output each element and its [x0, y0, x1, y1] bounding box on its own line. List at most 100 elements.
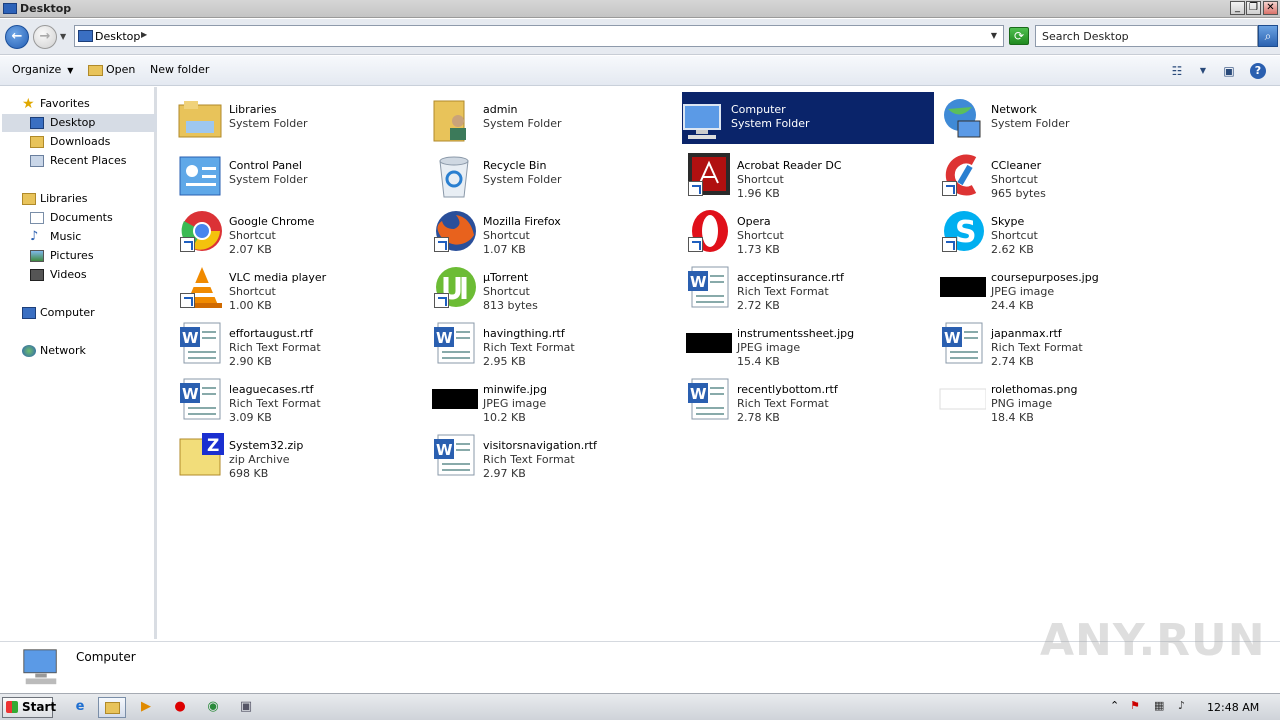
close-button[interactable]: ✕	[1263, 1, 1278, 15]
file-item[interactable]: W visitorsnavigation.rtf Rich Text Format…	[434, 428, 686, 480]
file-item[interactable]: Mozilla Firefox Shortcut 1.07 KB	[434, 204, 686, 256]
change-view-icon[interactable]: ☷	[1168, 62, 1186, 80]
file-name: Computer	[731, 103, 786, 116]
back-button[interactable]: ←	[5, 25, 29, 49]
shortcut-arrow-icon	[180, 293, 195, 308]
file-item[interactable]: Recycle Bin System Folder	[434, 148, 686, 200]
file-item[interactable]: Google Chrome Shortcut 2.07 KB	[180, 204, 432, 256]
desktop-icon	[30, 117, 44, 129]
file-size: 1.73 KB	[737, 243, 780, 256]
preview-pane-icon[interactable]: ▣	[1220, 62, 1238, 80]
maximize-button[interactable]: ❐	[1246, 1, 1261, 15]
nav-documents[interactable]: Documents	[2, 209, 157, 227]
videos-icon	[30, 269, 44, 281]
nav-recent-places[interactable]: Recent Places	[2, 152, 157, 170]
file-item[interactable]: Z System32.zip zip Archive 698 KB	[179, 428, 432, 480]
file-name: CCleaner	[991, 159, 1042, 172]
nav-downloads[interactable]: Downloads	[2, 133, 157, 151]
file-item[interactable]: minwife.jpg JPEG image 10.2 KB	[432, 372, 686, 424]
open-button[interactable]: Open	[88, 63, 135, 76]
file-item[interactable]: W havingthing.rtf Rich Text Format 2.95 KB	[434, 316, 686, 368]
shortcut-arrow-icon	[942, 237, 957, 252]
file-item[interactable]: S Skype Shortcut 2.62 KB	[942, 204, 1194, 256]
action-center-flag-icon[interactable]: ⚑	[1130, 699, 1140, 712]
search-icon[interactable]: ⌕	[1258, 25, 1278, 47]
file-item[interactable]: µTorrent Shortcut 813 bytes	[434, 260, 686, 312]
recycle-bin-icon	[439, 156, 469, 198]
file-name: recentlybottom.rtf	[737, 383, 838, 396]
file-item[interactable]: W acceptinsurance.rtf Rich Text Format 2.7…	[688, 260, 940, 312]
network-icon	[22, 345, 36, 357]
nav-desktop[interactable]: Desktop	[2, 114, 157, 132]
nav-music[interactable]: ♪ Music	[2, 228, 157, 246]
nav-downloads-label: Downloads	[50, 135, 111, 148]
nav-network[interactable]: Network	[2, 342, 157, 360]
file-item[interactable]: W recentlybottom.rtf Rich Text Format 2.78…	[688, 372, 940, 424]
file-item[interactable]: Libraries System Folder	[178, 92, 432, 144]
computer-icon	[683, 104, 721, 139]
rtf-document-icon: W	[434, 322, 475, 364]
breadcrumb-chevron-icon[interactable]: ▶	[141, 30, 147, 39]
folder-icon	[104, 701, 120, 714]
libraries-folder-icon	[178, 101, 222, 138]
search-box[interactable]	[1035, 25, 1258, 47]
file-item[interactable]: admin System Folder	[433, 92, 686, 144]
file-item[interactable]: Acrobat Reader DC Shortcut 1.96 KB	[688, 148, 940, 200]
file-size: 18.4 KB	[991, 411, 1034, 424]
refresh-button[interactable]: ⟳	[1009, 27, 1029, 45]
forward-button[interactable]: →	[33, 25, 57, 49]
media-player-icon[interactable]: ▶	[132, 697, 160, 718]
file-item[interactable]: W leaguecases.rtf Rich Text Format 3.09 KB	[180, 372, 432, 424]
new-folder-button[interactable]: New folder	[150, 63, 209, 76]
file-size: 2.74 KB	[991, 355, 1034, 368]
file-item[interactable]: VLC media player Shortcut 1.00 KB	[180, 260, 432, 312]
file-item[interactable]: Control Panel System Folder	[179, 148, 432, 200]
file-item-selected[interactable]: Computer System Folder	[682, 92, 934, 144]
address-box[interactable]: Desktop ▶ ▼	[74, 25, 1004, 47]
breadcrumb-desktop[interactable]: Desktop	[95, 30, 140, 43]
nav-pictures[interactable]: Pictures	[2, 247, 157, 265]
nav-computer[interactable]: Computer	[2, 304, 157, 322]
start-button[interactable]: Start	[2, 697, 57, 718]
file-item[interactable]: CCleaner Shortcut 965 bytes	[942, 148, 1194, 200]
file-size: 2.07 KB	[229, 243, 272, 256]
shortcut-arrow-icon	[688, 181, 703, 196]
file-size: 965 bytes	[991, 187, 1046, 200]
help-button[interactable]: ?	[1250, 63, 1266, 79]
internet-explorer-icon[interactable]: e	[66, 697, 94, 718]
nav-videos[interactable]: Videos	[2, 266, 157, 284]
explorer-taskbar-button[interactable]	[98, 697, 126, 718]
opera-taskbar-icon[interactable]: ●	[166, 697, 194, 718]
minimize-button[interactable]: _	[1230, 1, 1245, 15]
file-name: Skype	[991, 215, 1025, 228]
show-hidden-icons-icon[interactable]: ⌃	[1110, 699, 1119, 712]
file-item[interactable]: instrumentssheet.jpg JPEG image 15.4 KB	[686, 316, 940, 368]
file-item[interactable]: W effortaugust.rtf Rich Text Format 2.90 K…	[180, 316, 432, 368]
view-options-dropdown-icon[interactable]: ▼	[1194, 62, 1212, 80]
windows-logo-icon	[6, 701, 18, 713]
computer-icon	[22, 307, 36, 319]
address-history-dropdown-icon[interactable]: ▼	[991, 31, 997, 40]
chrome-taskbar-icon[interactable]: ◉	[199, 697, 227, 718]
details-title: Computer	[76, 650, 136, 664]
file-item[interactable]: coursepurposes.jpg JPEG image 24.4 KB	[940, 260, 1194, 312]
app-window-icon[interactable]: ▣	[232, 697, 260, 718]
recent-pages-dropdown-icon[interactable]: ▼	[60, 32, 66, 41]
search-input[interactable]	[1036, 26, 1257, 46]
nav-favorites[interactable]: ★ Favorites	[2, 95, 157, 113]
file-item[interactable]: W japanmax.rtf Rich Text Format 2.74 KB	[942, 316, 1194, 368]
volume-icon[interactable]: ♪	[1178, 699, 1185, 712]
file-item[interactable]: Network System Folder	[942, 92, 1194, 144]
file-name: leaguecases.rtf	[229, 383, 314, 396]
file-item[interactable]: Opera Shortcut 1.73 KB	[688, 204, 940, 256]
organize-button[interactable]: Organize ▼	[12, 63, 73, 76]
file-item[interactable]: rolethomas.png PNG image 18.4 KB	[939, 372, 1194, 424]
jpeg-thumbnail-icon	[940, 277, 986, 297]
start-label: Start	[22, 700, 57, 714]
clock[interactable]: 12:48 AM	[1207, 701, 1259, 714]
nav-libraries[interactable]: Libraries	[2, 190, 157, 208]
file-name: Network	[991, 103, 1037, 116]
file-type: Rich Text Format	[991, 341, 1083, 354]
network-tray-icon[interactable]: ▦	[1154, 699, 1164, 712]
file-name: japanmax.rtf	[991, 327, 1062, 340]
